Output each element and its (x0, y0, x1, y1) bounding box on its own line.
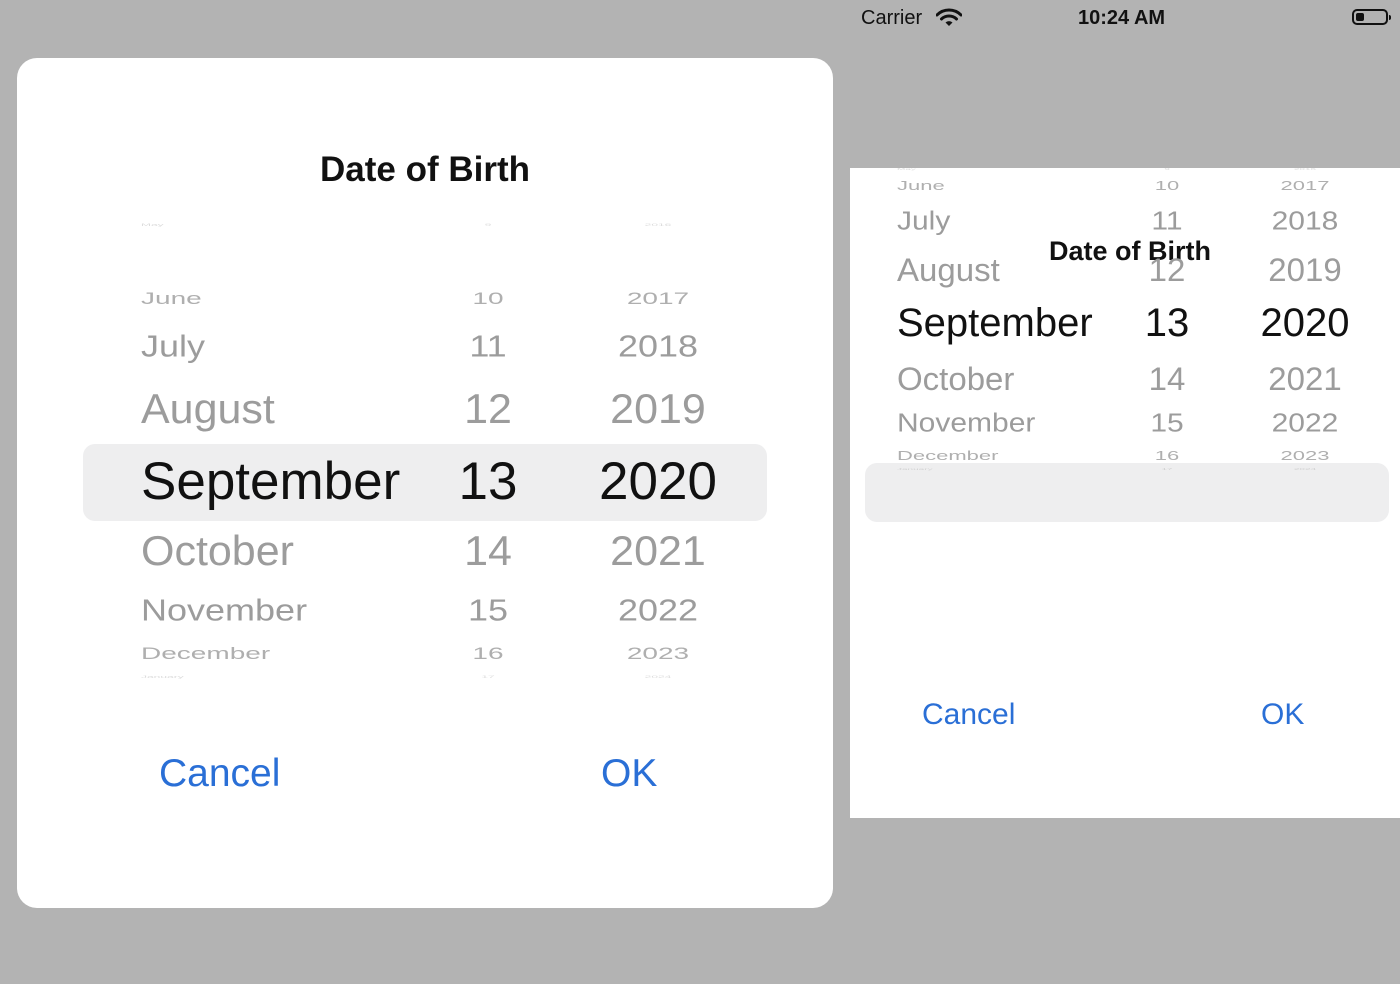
picker-selected-value[interactable]: 2020 (1235, 303, 1375, 343)
picker-option[interactable]: 2021 (1235, 363, 1375, 395)
cancel-button[interactable]: Cancel (922, 698, 1015, 732)
picker-option[interactable]: 2023 (1235, 449, 1375, 462)
picker-option[interactable]: December (141, 645, 441, 662)
picker-option[interactable]: 2022 (1235, 411, 1375, 437)
picker-option[interactable]: 11 (1127, 209, 1207, 235)
picker-option[interactable]: 17 (433, 675, 543, 679)
picker-option[interactable]: 2023 (573, 645, 743, 662)
picker-option[interactable]: August (897, 254, 1137, 286)
ok-button[interactable]: OK (1261, 698, 1304, 732)
picker-option[interactable]: July (897, 209, 1137, 235)
picker-option[interactable]: 9 (433, 223, 543, 227)
wifi-icon (935, 8, 963, 33)
picker-selected-value[interactable]: 13 (1127, 303, 1207, 343)
picker-option[interactable]: 15 (1127, 411, 1207, 437)
picker-option[interactable]: June (141, 290, 441, 307)
picker-selected-value[interactable]: September (141, 455, 441, 508)
picker-option[interactable]: 10 (433, 290, 543, 307)
picker-option[interactable]: 11 (433, 331, 543, 362)
cancel-button[interactable]: Cancel (159, 752, 280, 796)
date-picker: May June July August September October Novembe… (83, 223, 767, 683)
picker-option[interactable]: January (897, 468, 1137, 471)
picker-option[interactable]: January (141, 675, 441, 679)
picker-option[interactable]: August (141, 389, 441, 431)
picker-option[interactable]: October (897, 363, 1137, 395)
picker-option[interactable]: May (897, 168, 1137, 171)
picker-option[interactable]: July (141, 331, 441, 362)
picker-option[interactable]: October (141, 531, 441, 573)
picker-option[interactable]: November (897, 411, 1137, 437)
picker-selected-value[interactable]: 13 (433, 455, 543, 508)
picker-option[interactable]: 2017 (1235, 179, 1375, 192)
battery-icon (1352, 9, 1391, 25)
date-of-birth-dialog-large: Date of Birth May June July August September… (17, 58, 833, 908)
picker-option[interactable]: 2016 (573, 223, 743, 227)
picker-option[interactable]: 16 (433, 645, 543, 662)
picker-option[interactable]: 2018 (1235, 209, 1375, 235)
picker-option[interactable]: 2021 (573, 531, 743, 573)
picker-option[interactable]: 2022 (573, 595, 743, 626)
picker-option[interactable]: 15 (433, 595, 543, 626)
picker-option[interactable]: 2024 (1235, 468, 1375, 471)
clock: 10:24 AM (1078, 7, 1166, 29)
ok-button[interactable]: OK (601, 752, 657, 796)
date-picker: May June July August September October Novembe… (865, 168, 1389, 646)
picker-option[interactable]: June (897, 179, 1137, 192)
picker-option[interactable]: 12 (1127, 254, 1207, 286)
day-wheel[interactable]: 9 10 11 12 13 14 15 16 17 (433, 223, 543, 683)
picker-option[interactable]: 2019 (573, 389, 743, 431)
carrier-label: Carrier (861, 7, 923, 29)
picker-option[interactable]: 2019 (1235, 254, 1375, 286)
picker-option[interactable]: 14 (433, 531, 543, 573)
year-wheel[interactable]: 2016 2017 2018 2019 2020 2021 2022 2023 2024 (1235, 168, 1375, 646)
picker-option[interactable]: May (141, 223, 441, 227)
day-wheel[interactable]: 9 10 11 12 13 14 15 16 17 (1127, 168, 1207, 646)
status-bar: Carrier 10:24 AM (0, 0, 1400, 40)
picker-selected-value[interactable]: 2020 (573, 455, 743, 508)
date-of-birth-dialog-small: Date of Birth May June July August September… (850, 168, 1400, 818)
month-wheel[interactable]: May June July August September October Novembe… (897, 168, 1137, 646)
picker-option[interactable]: 2018 (573, 331, 743, 362)
picker-option[interactable]: 9 (1127, 168, 1207, 171)
picker-option[interactable]: 16 (1127, 449, 1207, 462)
year-wheel[interactable]: 2016 2017 2018 2019 2020 2021 2022 2023 2024 (573, 223, 743, 683)
month-wheel[interactable]: May June July August September October Novembe… (141, 223, 441, 683)
picker-option[interactable]: November (141, 595, 441, 626)
picker-option[interactable]: 2024 (573, 675, 743, 679)
picker-option[interactable]: 2016 (1235, 168, 1375, 171)
picker-option[interactable]: December (897, 449, 1137, 462)
picker-selected-value[interactable]: September (897, 303, 1137, 343)
dialog-title: Date of Birth (320, 150, 530, 189)
picker-option[interactable]: 12 (433, 389, 543, 431)
picker-option[interactable]: 10 (1127, 179, 1207, 192)
picker-option[interactable]: 14 (1127, 363, 1207, 395)
picker-option[interactable]: 2017 (573, 290, 743, 307)
picker-option[interactable]: 17 (1127, 468, 1207, 471)
